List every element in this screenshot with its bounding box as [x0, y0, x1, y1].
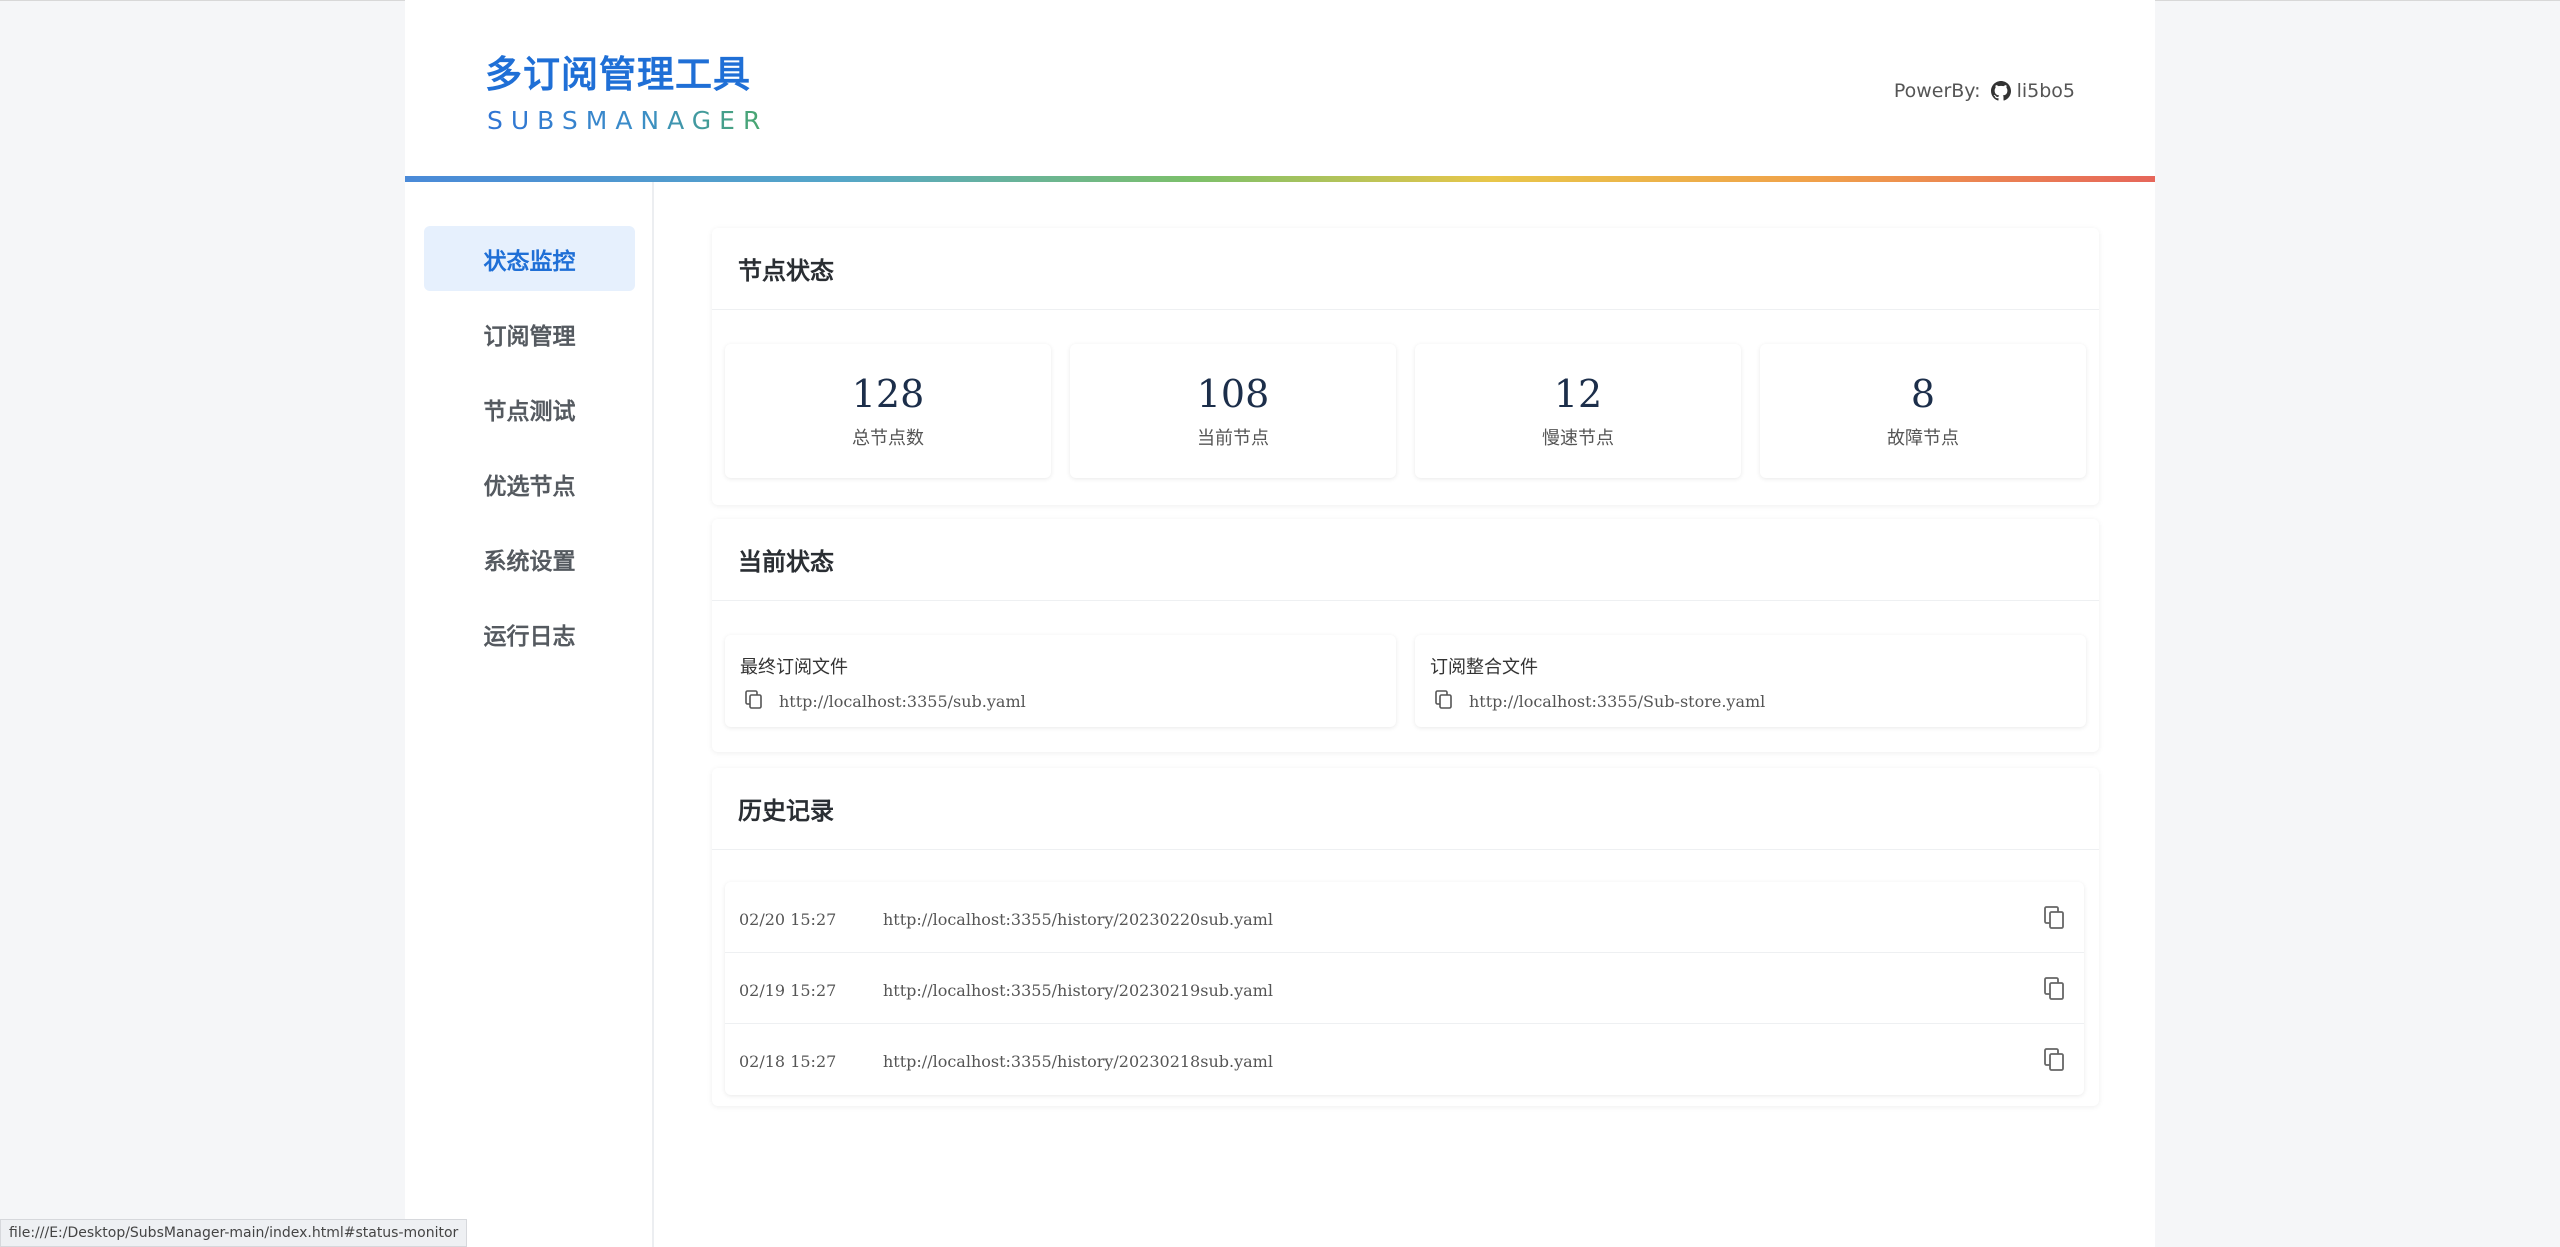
stat-label: 故障节点	[1887, 428, 1959, 449]
sidebar-item-preferred-nodes[interactable]: 优选节点	[424, 451, 635, 516]
file-title: 最终订阅文件	[740, 657, 848, 678]
header: 多订阅管理工具 SUBSMANAGER PowerBy: li5bo5	[405, 0, 2155, 182]
copy-icon[interactable]	[2044, 906, 2066, 930]
author-name[interactable]: li5bo5	[2017, 80, 2075, 102]
history-time: 02/18 15:27	[739, 1052, 837, 1071]
history-url[interactable]: http://localhost:3355/history/20230218su…	[883, 1052, 1273, 1071]
sidebar-item-run-logs[interactable]: 运行日志	[424, 601, 635, 666]
history-time: 02/20 15:27	[739, 910, 837, 929]
stat-value: 108	[1196, 372, 1270, 416]
stat-value: 8	[1910, 372, 1936, 416]
current-status-title: 当前状态	[712, 519, 2099, 601]
merged-subscription-file: 订阅整合文件 http://localhost:3355/Sub-store.y…	[1415, 635, 2086, 727]
github-icon	[1990, 81, 2011, 101]
file-url[interactable]: http://localhost:3355/sub.yaml	[779, 692, 1026, 711]
author-link[interactable]: li5bo5	[1990, 80, 2075, 102]
app-page: 多订阅管理工具 SUBSMANAGER PowerBy: li5bo5 状态监控…	[405, 0, 2155, 1247]
history-url[interactable]: http://localhost:3355/history/20230220su…	[883, 910, 1273, 929]
stat-value: 12	[1553, 372, 1603, 416]
sidebar-item-system-settings[interactable]: 系统设置	[424, 526, 635, 591]
file-title: 订阅整合文件	[1430, 657, 1538, 678]
stat-label: 总节点数	[852, 428, 924, 449]
app-title: 多订阅管理工具	[485, 53, 751, 96]
stat-current-nodes: 108 当前节点	[1070, 344, 1396, 478]
final-subscription-file: 最终订阅文件 http://localhost:3355/sub.yaml	[725, 635, 1396, 727]
copy-icon[interactable]	[1435, 690, 1453, 710]
sidebar-item-status-monitor[interactable]: 状态监控	[424, 226, 635, 291]
history-list: 02/20 15:27 http://localhost:3355/histor…	[725, 882, 2084, 1095]
history-card: 历史记录 02/20 15:27 http://localhost:3355/h…	[712, 768, 2099, 1106]
stat-value: 128	[851, 372, 925, 416]
history-url[interactable]: http://localhost:3355/history/20230219su…	[883, 981, 1273, 1000]
stat-failed-nodes: 8 故障节点	[1760, 344, 2086, 478]
powerby: PowerBy: li5bo5	[1894, 80, 2075, 102]
stat-label: 当前节点	[1197, 428, 1269, 449]
copy-icon[interactable]	[745, 690, 763, 710]
copy-icon[interactable]	[2044, 1048, 2066, 1072]
node-status-card: 节点状态 128 总节点数 108 当前节点 12 慢速节点 8 故障节点	[712, 228, 2099, 505]
stat-total-nodes: 128 总节点数	[725, 344, 1051, 478]
powerby-label: PowerBy:	[1893, 80, 1981, 102]
history-time: 02/19 15:27	[739, 981, 837, 1000]
sidebar-item-node-test[interactable]: 节点测试	[424, 376, 635, 441]
file-url[interactable]: http://localhost:3355/Sub-store.yaml	[1469, 692, 1765, 711]
sidebar-item-subscription-management[interactable]: 订阅管理	[424, 301, 635, 366]
history-title: 历史记录	[712, 768, 2099, 850]
node-status-title: 节点状态	[712, 228, 2099, 310]
history-row: 02/19 15:27 http://localhost:3355/histor…	[725, 953, 2084, 1024]
history-row: 02/18 15:27 http://localhost:3355/histor…	[725, 1024, 2084, 1095]
current-status-card: 当前状态 最终订阅文件 http://localhost:3355/sub.ya…	[712, 519, 2099, 752]
history-row: 02/20 15:27 http://localhost:3355/histor…	[725, 882, 2084, 953]
stat-slow-nodes: 12 慢速节点	[1415, 344, 1741, 478]
sidebar: 状态监控 订阅管理 节点测试 优选节点 系统设置 运行日志	[405, 182, 654, 1247]
copy-icon[interactable]	[2044, 977, 2066, 1001]
header-divider	[405, 176, 2155, 182]
app-subtitle: SUBSMANAGER	[487, 106, 769, 135]
stat-label: 慢速节点	[1542, 428, 1614, 449]
browser-status-bar: file:///E:/Desktop/SubsManager-main/inde…	[0, 1219, 468, 1247]
